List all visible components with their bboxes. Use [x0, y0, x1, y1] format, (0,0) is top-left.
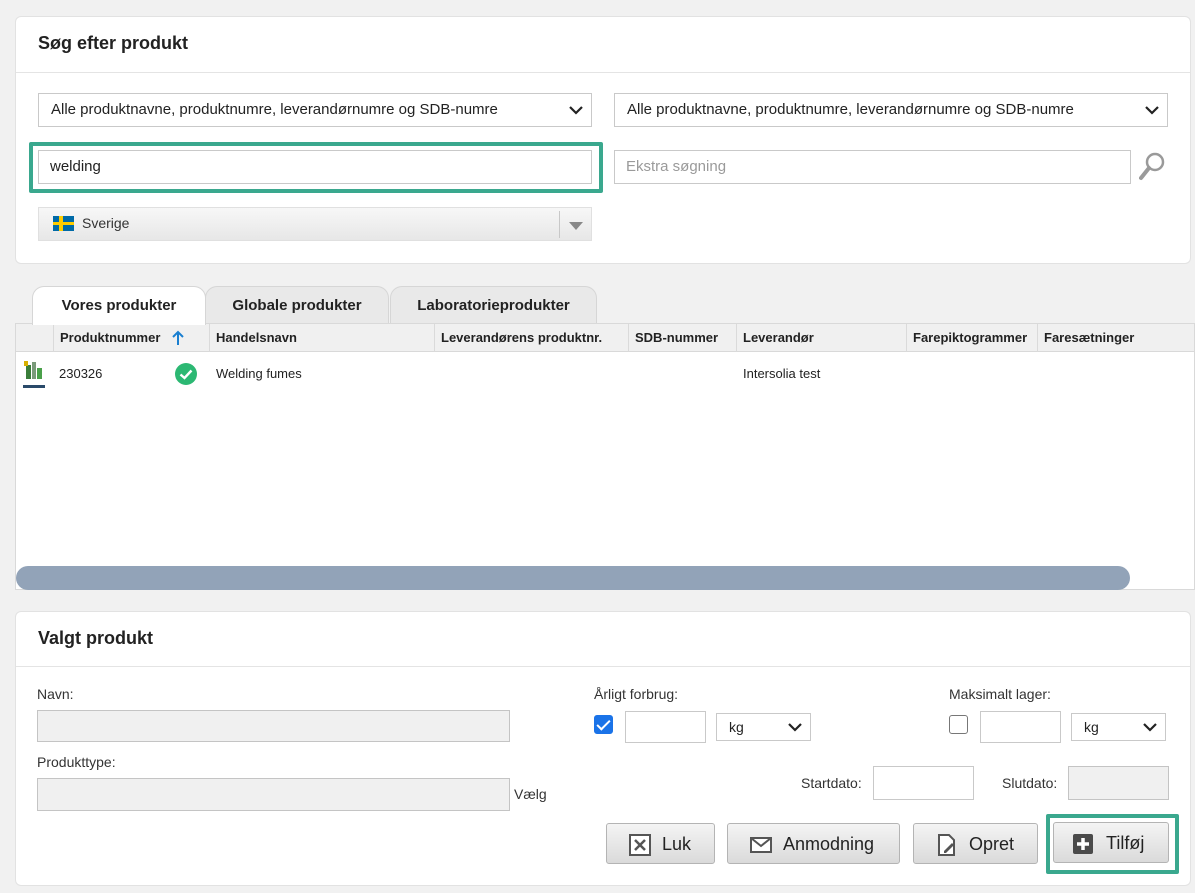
column-header-faresaetninger[interactable]: Faresætninger — [1038, 324, 1195, 352]
add-label: Tilføj — [1106, 833, 1145, 853]
product-number: 230326 — [59, 366, 103, 381]
column-header-farepiktogrammer[interactable]: Farepiktogrammer — [907, 324, 1038, 352]
chevron-down-icon — [788, 723, 802, 732]
close-label: Luk — [662, 834, 692, 854]
document-edit-icon — [938, 834, 955, 856]
extra-scope-value: Alle produktnavne, produktnumre, leveran… — [627, 101, 1074, 118]
product-icon — [23, 361, 45, 388]
product-type-field — [37, 778, 510, 811]
end-date-label: Slutdato: — [1002, 775, 1058, 791]
supplier: Intersolia test — [743, 366, 821, 381]
annual-usage-unit-select[interactable]: kg — [716, 713, 811, 741]
search-input[interactable]: welding — [38, 150, 592, 184]
column-header-icon — [16, 324, 54, 352]
name-field — [37, 710, 510, 742]
column-header-sdb-nummer[interactable]: SDB-nummer — [629, 324, 737, 352]
chevron-down-icon — [1143, 723, 1157, 732]
create-label: Opret — [969, 834, 1015, 854]
search-scope-value: Alle produktnavne, produktnumre, leveran… — [51, 101, 498, 118]
chevron-down-icon — [569, 106, 583, 115]
sort-ascending-icon[interactable] — [172, 330, 184, 346]
horizontal-scrollbar[interactable] — [16, 566, 1130, 590]
choose-product-type-link[interactable]: Vælg — [514, 786, 547, 802]
request-label: Anmodning — [783, 834, 875, 854]
request-button[interactable]: Anmodning — [727, 823, 900, 864]
grid-header: Produktnummer Handelsnavn Leverandørens … — [16, 324, 1194, 352]
max-unit-value: kg — [1084, 719, 1099, 735]
create-button[interactable]: Opret — [913, 823, 1038, 864]
start-date-input[interactable] — [873, 766, 974, 800]
annual-usage-checkbox[interactable] — [594, 715, 613, 734]
trade-name: Welding fumes — [216, 366, 302, 381]
close-button[interactable]: Luk — [606, 823, 715, 864]
add-button[interactable]: Tilføj — [1053, 822, 1169, 863]
start-date-label: Startdato: — [801, 775, 862, 791]
name-label: Navn: — [37, 686, 74, 702]
column-header-leverandor[interactable]: Leverandør — [737, 324, 907, 352]
sweden-flag-icon — [53, 216, 74, 231]
caret-down-icon — [569, 222, 583, 230]
tab-globale-produkter[interactable]: Globale produkter — [205, 286, 389, 324]
results-grid: Produktnummer Handelsnavn Leverandørens … — [15, 323, 1195, 590]
country-label: Sverige — [82, 215, 130, 231]
extra-search-input[interactable]: Ekstra søgning — [614, 150, 1131, 184]
status-ok-icon — [175, 363, 197, 385]
max-stock-label: Maksimalt lager: — [949, 686, 1051, 702]
end-date-input — [1068, 766, 1169, 800]
max-stock-checkbox[interactable] — [949, 715, 968, 734]
column-header-handelsnavn[interactable]: Handelsnavn — [210, 324, 435, 352]
annual-unit-value: kg — [729, 719, 744, 735]
annual-usage-label: Årligt forbrug: — [594, 686, 679, 702]
column-header-leverandorens-produktnr[interactable]: Leverandørens produktnr. — [435, 324, 629, 352]
chevron-down-icon — [1145, 106, 1159, 115]
column-label: Produktnummer — [60, 330, 161, 345]
divider — [559, 211, 560, 238]
search-scope-select[interactable]: Alle produktnavne, produktnumre, leveran… — [38, 93, 592, 127]
annual-usage-input[interactable] — [625, 711, 706, 743]
tab-vores-produkter[interactable]: Vores produkter — [32, 286, 206, 325]
extra-scope-select[interactable]: Alle produktnavne, produktnumre, leveran… — [614, 93, 1168, 127]
envelope-icon — [750, 837, 772, 853]
divider — [16, 666, 1190, 667]
search-panel-title: Søg efter produkt — [38, 33, 189, 53]
product-type-label: Produkttype: — [37, 754, 116, 770]
max-stock-unit-select[interactable]: kg — [1071, 713, 1166, 741]
selected-panel-title: Valgt produkt — [38, 628, 154, 648]
max-stock-input[interactable] — [980, 711, 1061, 743]
close-icon — [629, 834, 651, 856]
divider — [16, 72, 1190, 73]
tab-laboratorieprodukter[interactable]: Laboratorieprodukter — [390, 286, 597, 324]
plus-icon — [1073, 834, 1093, 854]
table-row[interactable]: 230326 Welding fumes Intersolia test — [16, 353, 1194, 393]
search-icon[interactable] — [1139, 151, 1167, 181]
column-header-produktnummer[interactable]: Produktnummer — [54, 324, 210, 352]
country-select[interactable]: Sverige — [38, 207, 592, 241]
